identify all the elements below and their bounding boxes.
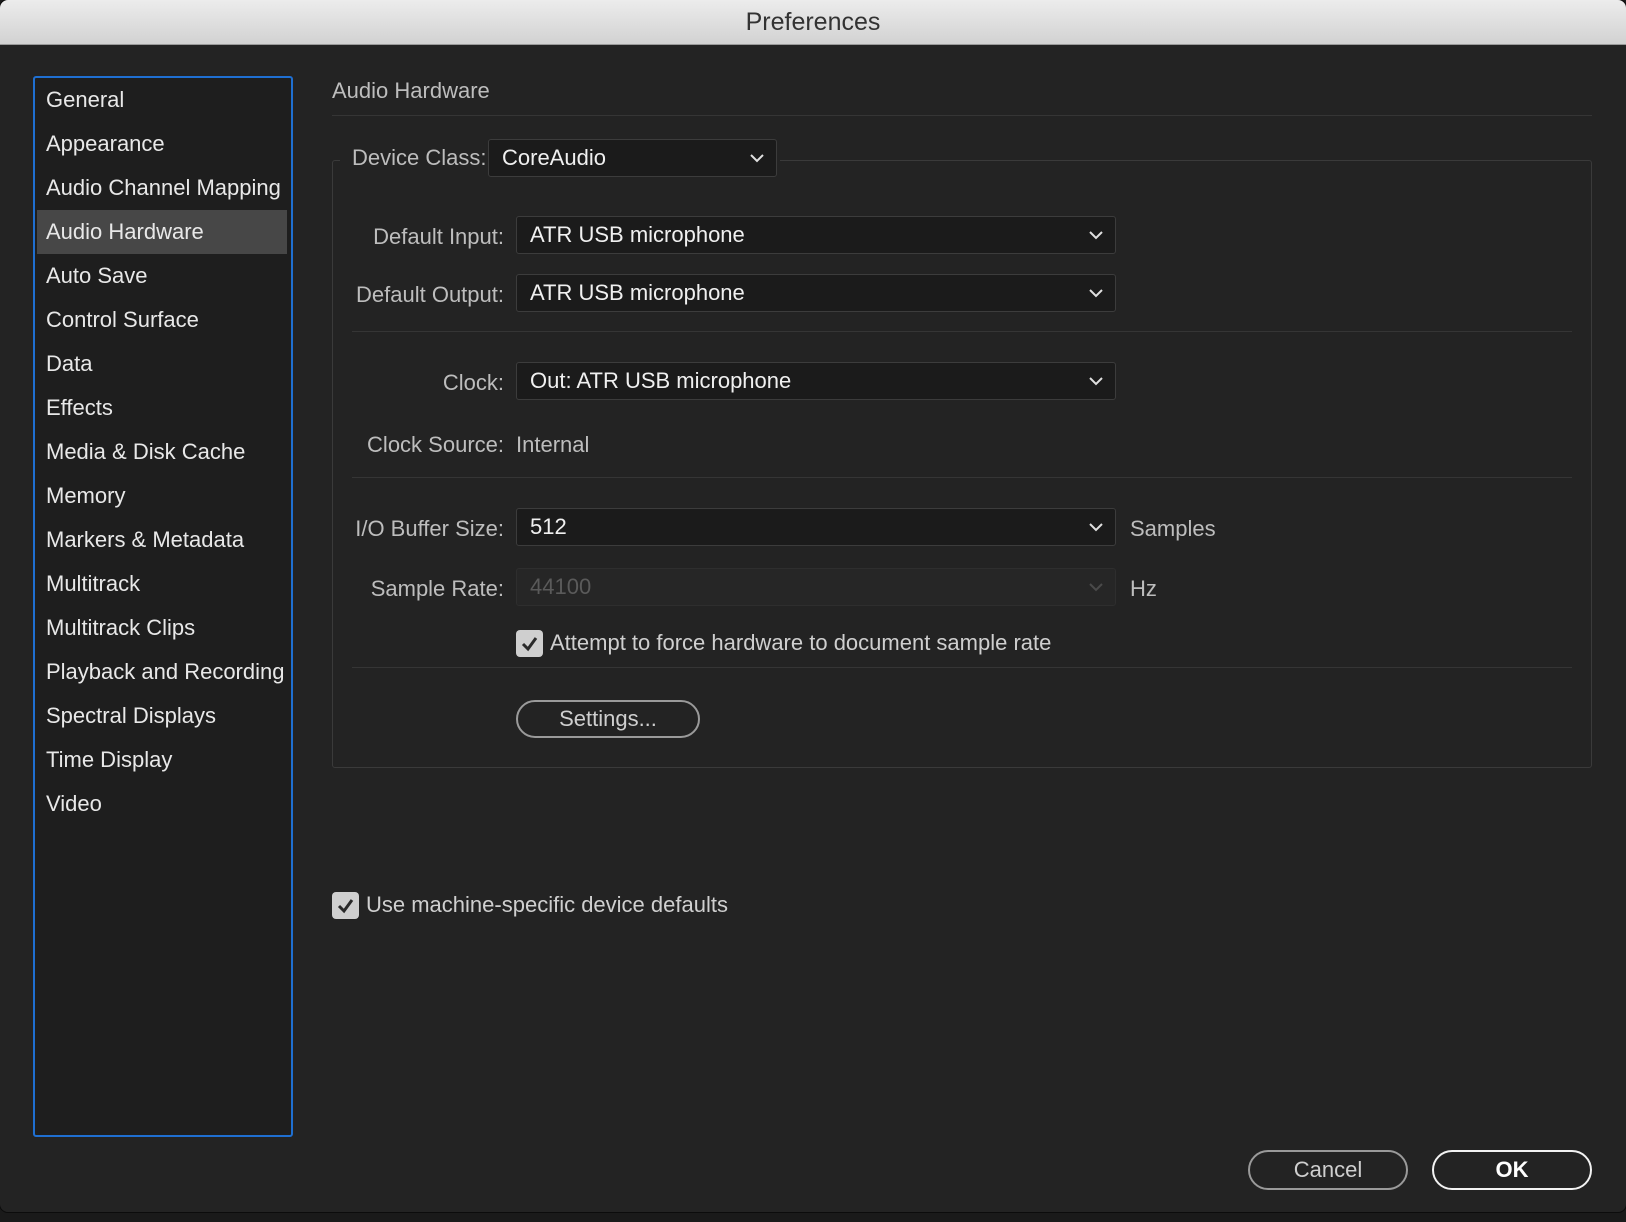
clock-dropdown[interactable]: Out: ATR USB microphone	[516, 362, 1116, 400]
chevron-down-icon	[1089, 289, 1103, 298]
sidebar-item-auto-save[interactable]: Auto Save	[37, 254, 287, 298]
io-buffer-unit: Samples	[1130, 516, 1216, 541]
chevron-down-icon	[1089, 523, 1103, 532]
sidebar-item-data[interactable]: Data	[37, 342, 287, 386]
preferences-category-list[interactable]: General Appearance Audio Channel Mapping…	[33, 76, 293, 1137]
default-output-value: ATR USB microphone	[530, 280, 745, 305]
checkmark-icon	[337, 899, 354, 914]
sidebar-item-time-display[interactable]: Time Display	[37, 738, 287, 782]
sidebar-item-appearance[interactable]: Appearance	[37, 122, 287, 166]
machine-defaults-checkbox[interactable]	[332, 892, 359, 919]
sidebar-item-general[interactable]: General	[37, 78, 287, 122]
default-output-label: Default Output:	[356, 282, 504, 307]
device-class-label: Device Class:	[352, 145, 487, 170]
chevron-down-icon	[1089, 231, 1103, 240]
sidebar-item-video[interactable]: Video	[37, 782, 287, 826]
cancel-button[interactable]: Cancel	[1248, 1150, 1408, 1190]
chevron-down-icon	[1089, 377, 1103, 386]
sample-rate-label: Sample Rate:	[370, 576, 504, 601]
io-buffer-value: 512	[530, 514, 567, 539]
sidebar-item-effects[interactable]: Effects	[37, 386, 287, 430]
default-output-dropdown[interactable]: ATR USB microphone	[516, 274, 1116, 312]
sidebar-item-markers-metadata[interactable]: Markers & Metadata	[37, 518, 287, 562]
sidebar-item-spectral-displays[interactable]: Spectral Displays	[37, 694, 287, 738]
sample-rate-dropdown[interactable]: 44100	[516, 568, 1116, 606]
io-buffer-dropdown[interactable]: 512	[516, 508, 1116, 546]
sidebar-item-audio-channel-mapping[interactable]: Audio Channel Mapping	[37, 166, 287, 210]
sample-rate-unit: Hz	[1130, 576, 1157, 601]
sidebar-item-multitrack-clips[interactable]: Multitrack Clips	[37, 606, 287, 650]
sidebar-item-memory[interactable]: Memory	[37, 474, 287, 518]
preferences-window: Preferences General Appearance Audio Cha…	[0, 0, 1626, 1212]
sample-rate-value: 44100	[530, 574, 592, 599]
machine-defaults-label[interactable]: Use machine-specific device defaults	[366, 892, 728, 918]
force-sample-rate-checkbox[interactable]	[516, 630, 543, 657]
settings-button[interactable]: Settings...	[516, 700, 700, 738]
default-input-value: ATR USB microphone	[530, 222, 745, 247]
ok-button[interactable]: OK	[1432, 1150, 1592, 1190]
chevron-down-icon	[1089, 583, 1103, 592]
sidebar-item-multitrack[interactable]: Multitrack	[37, 562, 287, 606]
sidebar-item-control-surface[interactable]: Control Surface	[37, 298, 287, 342]
section-divider	[332, 115, 1592, 116]
force-sample-rate-label[interactable]: Attempt to force hardware to document sa…	[550, 630, 1051, 656]
clock-source-value: Internal	[516, 432, 590, 457]
sidebar-item-playback-recording[interactable]: Playback and Recording	[37, 650, 287, 694]
clock-source-label: Clock Source:	[367, 432, 504, 457]
divider	[352, 667, 1572, 668]
device-class-value: CoreAudio	[502, 145, 606, 170]
window-title: Preferences	[745, 8, 881, 36]
title-bar[interactable]: Preferences	[0, 0, 1626, 45]
io-buffer-label: I/O Buffer Size:	[355, 516, 504, 541]
divider	[352, 477, 1572, 478]
divider	[352, 331, 1572, 332]
sidebar-item-media-disk-cache[interactable]: Media & Disk Cache	[37, 430, 287, 474]
default-input-dropdown[interactable]: ATR USB microphone	[516, 216, 1116, 254]
clock-value: Out: ATR USB microphone	[530, 368, 792, 393]
clock-label: Clock:	[442, 370, 504, 395]
sidebar-item-audio-hardware[interactable]: Audio Hardware	[37, 210, 287, 254]
section-title: Audio Hardware	[332, 78, 490, 103]
chevron-down-icon	[750, 154, 764, 163]
device-class-dropdown[interactable]: CoreAudio	[488, 139, 777, 177]
checkmark-icon	[521, 637, 538, 652]
default-input-label: Default Input:	[373, 224, 504, 249]
